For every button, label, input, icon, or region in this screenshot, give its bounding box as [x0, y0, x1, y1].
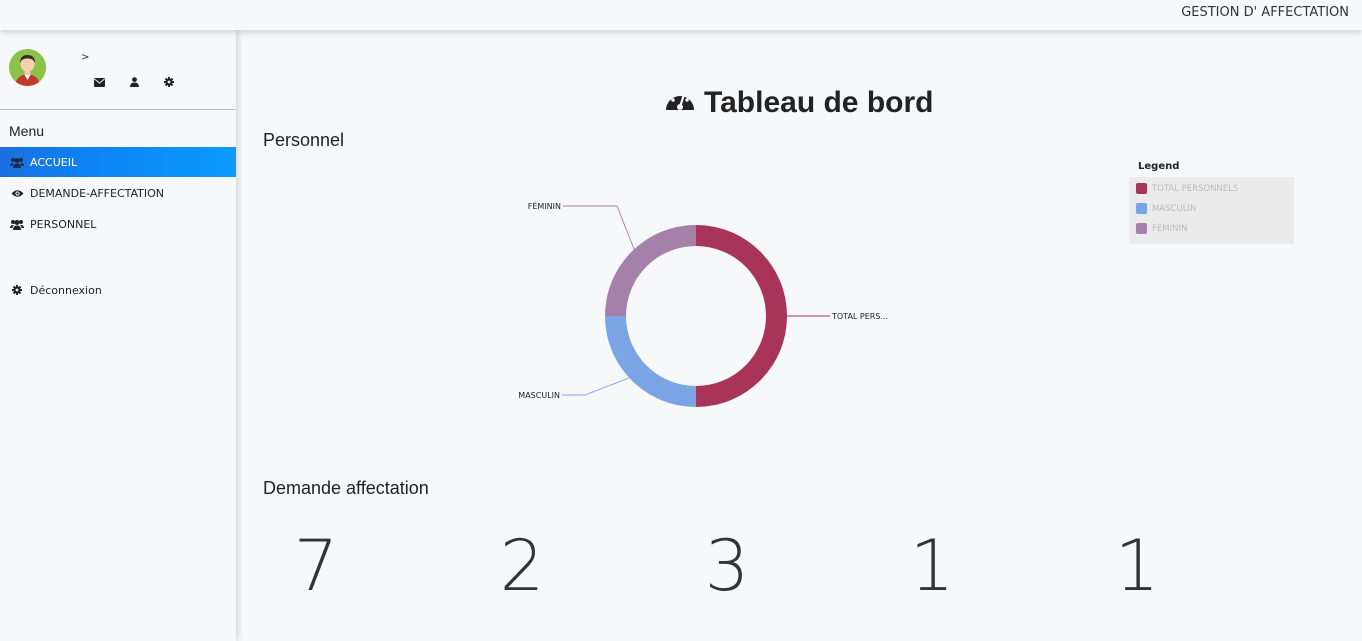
- section-title-demande: Demande affectation: [263, 478, 429, 498]
- users-icon: [10, 218, 24, 230]
- legend-label: TOTAL PERSONNELS: [1152, 183, 1239, 194]
- legend-swatch: [1136, 223, 1147, 234]
- stat-value: 1: [909, 525, 955, 607]
- gear-icon: [10, 284, 24, 296]
- logout-label: Déconnexion: [30, 283, 102, 297]
- legend-box: TOTAL PERSONNELS MASCULIN FÉMININ: [1129, 177, 1294, 244]
- slice-label: MASCULIN: [518, 391, 560, 400]
- eye-icon: [10, 187, 24, 199]
- legend-label: FÉMININ: [1152, 223, 1188, 234]
- slice-label: FÉMININ: [528, 200, 561, 211]
- sidebar-item-demande-affectation[interactable]: DEMANDE-AFFECTATION: [0, 178, 236, 208]
- legend-item[interactable]: MASCULIN: [1136, 203, 1196, 214]
- app-title: GESTION D' AFFECTATION: [1181, 5, 1349, 20]
- donut-slice-0[interactable]: [696, 225, 787, 407]
- sidebar-item-personnel[interactable]: PERSONNEL: [0, 209, 236, 239]
- section-title-personnel: Personnel: [263, 130, 345, 150]
- users-icon: [10, 156, 24, 168]
- user-menu-arrow[interactable]: >: [81, 52, 89, 63]
- donut-chart-svg: TOTAL PERS... MASCULIN FÉMININ: [518, 200, 888, 407]
- logout-link[interactable]: Déconnexion: [0, 275, 236, 305]
- legend-swatch: [1136, 203, 1147, 214]
- envelope-icon[interactable]: [93, 76, 105, 88]
- avatar[interactable]: [9, 49, 46, 86]
- chart-legend: Legend TOTAL PERSONNELS MASCULIN FÉMININ: [1129, 160, 1294, 244]
- legend-swatch: [1136, 183, 1147, 194]
- menu-title: Menu: [9, 123, 45, 139]
- sidebar-item-label: DEMANDE-AFFECTATION: [30, 186, 165, 200]
- sidebar: > Menu ACCUEIL DEMANDE-AFFECTATION PERSO…: [0, 30, 236, 641]
- page-title: Tableau de bord: [664, 86, 933, 120]
- donut-slice-2[interactable]: [605, 225, 696, 316]
- dashboard-gauge-icon: [664, 86, 696, 120]
- stat-value: 7: [293, 525, 339, 607]
- sidebar-item-accueil[interactable]: ACCUEIL: [0, 147, 236, 177]
- legend-title: Legend: [1138, 161, 1180, 172]
- top-bar: GESTION D' AFFECTATION: [0, 0, 1362, 30]
- personnel-donut-chart: TOTAL PERS... MASCULIN FÉMININ: [500, 190, 900, 430]
- slice-label: TOTAL PERS...: [831, 312, 888, 321]
- user-icons: [93, 76, 175, 88]
- legend-item[interactable]: TOTAL PERSONNELS: [1136, 183, 1238, 194]
- stat-value: 1: [1114, 525, 1160, 607]
- sidebar-divider: [0, 109, 236, 110]
- sidebar-item-label: ACCUEIL: [30, 155, 78, 169]
- user-icon[interactable]: [128, 76, 140, 88]
- page-title-text: Tableau de bord: [704, 86, 934, 119]
- gear-icon[interactable]: [163, 76, 175, 88]
- legend-label: MASCULIN: [1152, 203, 1197, 214]
- stat-value: 2: [499, 525, 545, 607]
- legend-item[interactable]: FÉMININ: [1136, 223, 1187, 234]
- stat-value: 3: [704, 525, 750, 607]
- sidebar-item-label: PERSONNEL: [30, 217, 97, 231]
- slice-label-line: [563, 205, 638, 258]
- slice-label-line: [562, 374, 638, 396]
- donut-slice-1[interactable]: [605, 316, 696, 407]
